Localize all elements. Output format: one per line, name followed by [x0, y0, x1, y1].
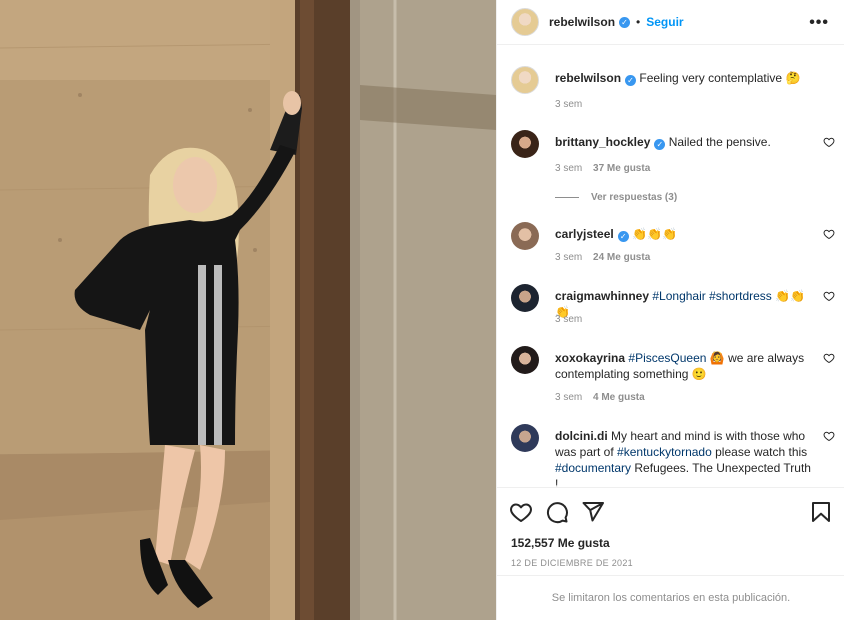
- hashtag-link[interactable]: #Longhair: [652, 289, 705, 303]
- comment-meta: 3 sem 4 Me gusta: [555, 392, 645, 403]
- post-panel: rebelwilson ✓ • Seguir ••• rebelwilson ✓ …: [496, 0, 844, 620]
- caption-time: 3 sem: [555, 99, 583, 110]
- comment-like-icon[interactable]: [823, 352, 835, 364]
- comment-username[interactable]: dolcini.di: [555, 429, 608, 443]
- comment-avatar[interactable]: [511, 222, 539, 250]
- comment-time: 3 sem: [555, 314, 583, 325]
- more-options-icon[interactable]: •••: [809, 14, 829, 32]
- hashtag-link[interactable]: #kentuckytornado: [617, 445, 712, 459]
- comments-list[interactable]: rebelwilson ✓ Feeling very contemplative …: [497, 46, 844, 487]
- comment-meta: 3 sem 37 Me gusta: [555, 163, 650, 174]
- comment-likes[interactable]: 4 Me gusta: [593, 392, 645, 403]
- author-avatar[interactable]: [511, 8, 539, 36]
- comment-like-icon[interactable]: [823, 136, 835, 148]
- view-replies-button[interactable]: Ver respuestas (3): [555, 192, 677, 203]
- comment-text: please watch this: [715, 445, 808, 459]
- comment-body: carlyjsteel ✓ 👏👏👏: [555, 226, 817, 242]
- comment-body: xoxokayrina #PiscesQueen 🙆 we are always…: [555, 350, 817, 382]
- comment-time: 3 sem: [555, 252, 583, 263]
- comment-username[interactable]: brittany_hockley: [555, 135, 650, 149]
- verified-badge-icon: ✓: [654, 139, 666, 150]
- comments-limited-notice: Se limitaron los comentarios en esta pub…: [497, 575, 844, 620]
- replies-line: [555, 196, 579, 198]
- separator-dot: •: [636, 15, 641, 29]
- heart-icon[interactable]: [509, 500, 533, 524]
- comment-username[interactable]: carlyjsteel: [555, 227, 614, 241]
- post-date[interactable]: 12 DE DICIEMBRE DE 2021: [511, 558, 633, 568]
- comment-avatar[interactable]: [511, 424, 539, 452]
- follow-button[interactable]: Seguir: [646, 15, 683, 29]
- comment-time: 3 sem: [555, 392, 583, 403]
- comment-text: 👏👏👏: [632, 227, 677, 241]
- caption-text: Feeling very contemplative 🤔: [639, 71, 801, 85]
- comment-emoji: 🙆: [709, 351, 725, 365]
- verified-badge-icon: ✓: [625, 75, 637, 86]
- comment-icon[interactable]: [545, 500, 569, 524]
- post-photo[interactable]: [0, 0, 496, 620]
- comment-text: Nailed the pensive.: [668, 135, 771, 149]
- caption-avatar[interactable]: [511, 66, 539, 94]
- caption-meta: 3 sem: [555, 99, 582, 110]
- comment-username[interactable]: craigmawhinney: [555, 289, 649, 303]
- caption-username[interactable]: rebelwilson: [555, 71, 621, 85]
- comment-like-icon[interactable]: [823, 430, 835, 442]
- hashtag-link[interactable]: #shortdress: [709, 289, 772, 303]
- comment-time: 3 sem: [555, 163, 583, 174]
- post-header: rebelwilson ✓ • Seguir •••: [497, 0, 844, 45]
- comment-likes[interactable]: 24 Me gusta: [593, 252, 650, 263]
- comment-likes[interactable]: 37 Me gusta: [593, 163, 650, 174]
- hashtag-link[interactable]: #PiscesQueen: [628, 351, 706, 365]
- likes-count[interactable]: 152,557 Me gusta: [511, 536, 610, 550]
- comment-body: brittany_hockley ✓ Nailed the pensive.: [555, 134, 817, 150]
- photo-illustration: [0, 0, 496, 620]
- share-icon[interactable]: [581, 500, 605, 524]
- comment-avatar[interactable]: [511, 346, 539, 374]
- view-replies-label: Ver respuestas (3): [591, 192, 678, 203]
- verified-badge-icon: ✓: [617, 231, 629, 242]
- hashtag-link[interactable]: #documentary: [555, 461, 631, 475]
- comment-meta: 3 sem 24 Me gusta: [555, 252, 650, 263]
- comment-body: dolcini.di My heart and mind is with tho…: [555, 428, 817, 487]
- verified-badge-icon: ✓: [619, 16, 631, 28]
- bookmark-icon[interactable]: [809, 500, 833, 524]
- post-actions: [497, 487, 844, 543]
- comment-avatar[interactable]: [511, 284, 539, 312]
- comment-username[interactable]: xoxokayrina: [555, 351, 625, 365]
- author-username[interactable]: rebelwilson: [549, 15, 615, 29]
- comment-body: craigmawhinney #Longhair #shortdress 👏👏👏: [555, 288, 817, 320]
- comment-meta: 3 sem: [555, 314, 582, 325]
- comment-like-icon[interactable]: [823, 228, 835, 240]
- caption-body: rebelwilson ✓ Feeling very contemplative …: [555, 70, 817, 86]
- comment-avatar[interactable]: [511, 130, 539, 158]
- comment-like-icon[interactable]: [823, 290, 835, 302]
